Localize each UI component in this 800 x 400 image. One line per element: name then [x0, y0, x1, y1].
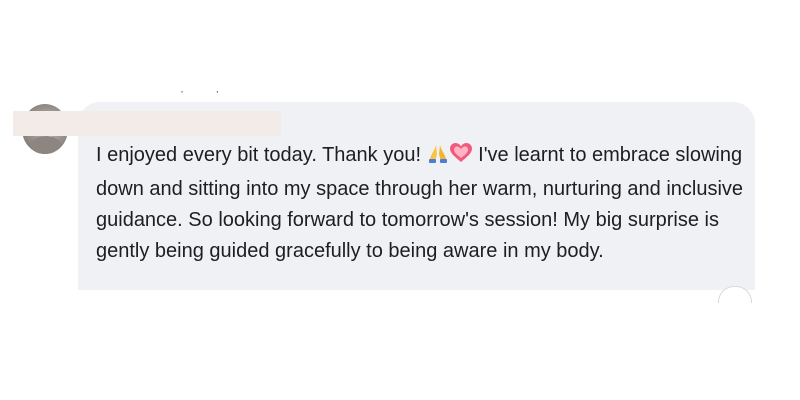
more-options-dots[interactable]: · · [180, 85, 233, 97]
redacted-author-name [13, 111, 281, 136]
folded-hands-icon [427, 142, 449, 174]
comment-text: I enjoyed every bit today. Thank you! I'… [96, 140, 746, 267]
heart-icon [449, 142, 473, 174]
comment-text-part1: I enjoyed every bit today. Thank you! [96, 144, 427, 166]
avatar-body [30, 136, 62, 154]
